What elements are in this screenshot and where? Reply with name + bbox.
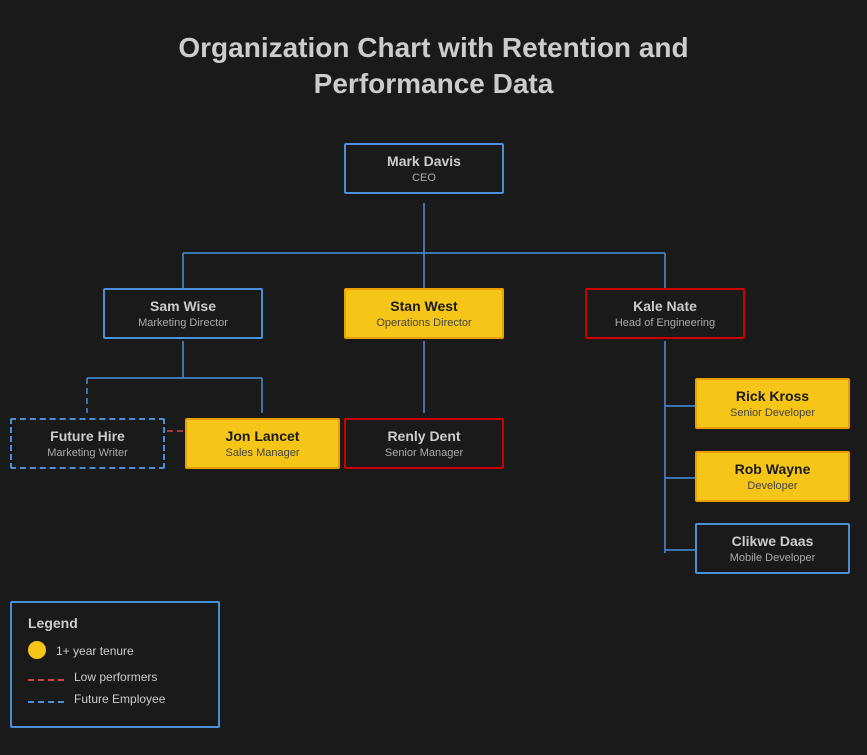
- legend-item-future: Future Employee: [28, 692, 202, 706]
- node-rick[interactable]: Rick Kross Senior Developer: [695, 378, 850, 429]
- node-future[interactable]: Future Hire Marketing Writer: [10, 418, 165, 469]
- legend-item-low-performers: Low performers: [28, 670, 202, 684]
- node-renly[interactable]: Renly Dent Senior Manager: [344, 418, 504, 469]
- node-clikwe[interactable]: Clikwe Daas Mobile Developer: [695, 523, 850, 574]
- node-sam[interactable]: Sam Wise Marketing Director: [103, 288, 263, 339]
- node-jon[interactable]: Jon Lancet Sales Manager: [185, 418, 340, 469]
- legend-item-yellow: 1+ year tenure: [28, 641, 202, 662]
- yellow-circle-icon: [28, 641, 46, 662]
- dashed-red-icon: [28, 670, 64, 684]
- node-stan[interactable]: Stan West Operations Director: [344, 288, 504, 339]
- org-chart: Mark Davis CEO Sam Wise Marketing Direct…: [0, 123, 867, 743]
- legend: Legend 1+ year tenure Low performers Fut…: [10, 601, 220, 728]
- page-title: Organization Chart with Retention and Pe…: [0, 0, 867, 123]
- node-ceo[interactable]: Mark Davis CEO: [344, 143, 504, 194]
- dashed-blue-icon: [28, 692, 64, 706]
- node-rob[interactable]: Rob Wayne Developer: [695, 451, 850, 502]
- node-kale[interactable]: Kale Nate Head of Engineering: [585, 288, 745, 339]
